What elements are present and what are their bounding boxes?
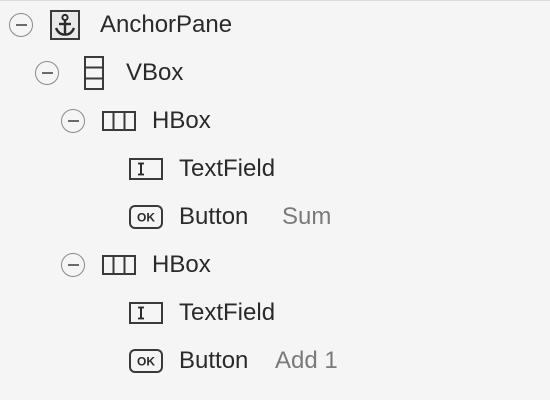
tree-node-label: AnchorPane <box>100 11 233 38</box>
hbox-icon <box>102 255 136 275</box>
tree-node-detail: Sum <box>282 203 332 230</box>
tree-node-label: Button <box>179 347 249 374</box>
tree-node-label: Button <box>179 203 249 230</box>
tree-node-button[interactable]: OK Button Sum <box>0 193 550 241</box>
textfield-icon <box>129 158 163 180</box>
collapse-toggle[interactable] <box>35 61 59 85</box>
anchor-icon <box>50 10 80 40</box>
tree-node-textfield[interactable]: TextField <box>0 145 550 193</box>
svg-text:OK: OK <box>137 355 155 369</box>
tree-node-label: TextField <box>179 155 276 182</box>
button-ok-icon: OK <box>129 205 163 229</box>
tree-node-hbox[interactable]: HBox <box>0 97 550 145</box>
tree-node-anchorpane[interactable]: AnchorPane <box>0 1 550 49</box>
vbox-icon <box>84 56 104 90</box>
tree-node-vbox[interactable]: VBox <box>0 49 550 97</box>
collapse-toggle[interactable] <box>9 13 33 37</box>
button-ok-icon: OK <box>129 349 163 373</box>
tree-node-hbox[interactable]: HBox <box>0 241 550 289</box>
hbox-icon <box>102 111 136 131</box>
tree-node-button[interactable]: OK Button Add 1 <box>0 337 550 385</box>
collapse-toggle[interactable] <box>61 109 85 133</box>
textfield-icon <box>129 302 163 324</box>
tree-node-label: VBox <box>126 59 184 86</box>
tree-node-label: HBox <box>152 107 211 134</box>
tree-node-textfield[interactable]: TextField <box>0 289 550 337</box>
tree-node-detail: Add 1 <box>275 347 338 374</box>
tree-node-label: HBox <box>152 251 211 278</box>
hierarchy-tree: AnchorPane VBox HBox TextField OK Button… <box>0 0 550 400</box>
tree-node-label: TextField <box>179 299 276 326</box>
collapse-toggle[interactable] <box>61 253 85 277</box>
svg-text:OK: OK <box>137 211 155 225</box>
